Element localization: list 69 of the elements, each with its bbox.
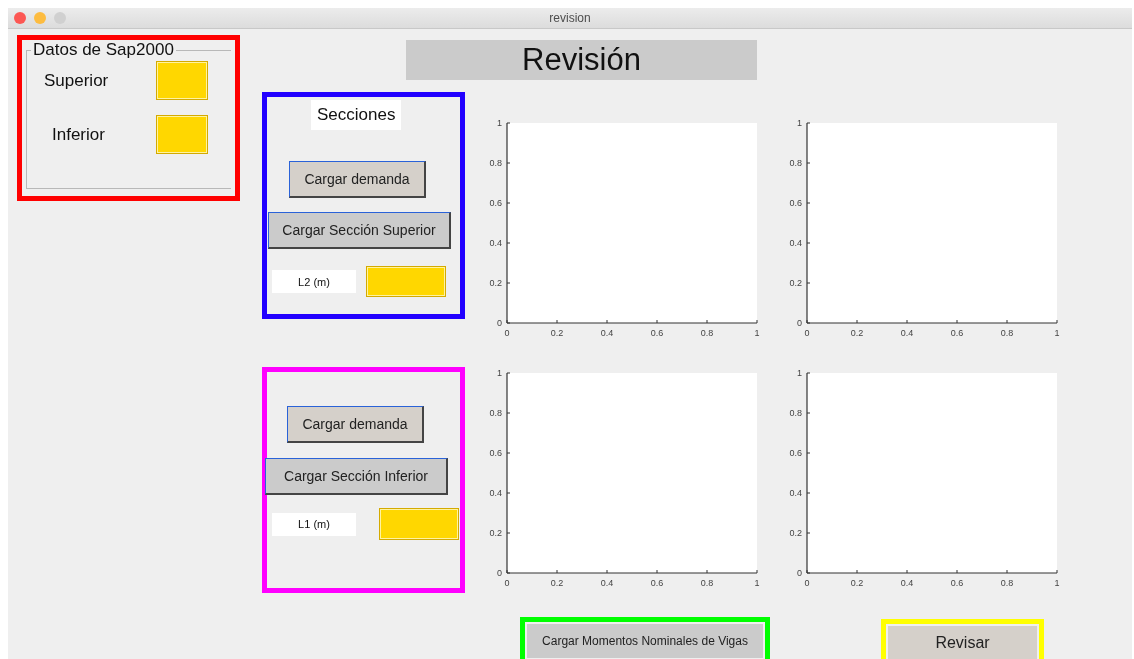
field-label: L2 (m): [272, 270, 356, 293]
tick-label: 1: [797, 118, 802, 128]
minimize-button[interactable]: [34, 12, 46, 24]
tick-label: 0: [504, 578, 510, 588]
tick-label: 0.4: [789, 488, 802, 498]
tick-label: 0.2: [489, 528, 502, 538]
group-title: Datos de Sap2000: [32, 40, 175, 60]
tick-label: 0.6: [789, 198, 802, 208]
tick-label: 0.8: [789, 408, 802, 418]
tick-label: 0.4: [489, 238, 502, 248]
load-button[interactable]: Cargar Sección Superior: [268, 212, 451, 249]
input-field[interactable]: [156, 61, 208, 100]
load-button[interactable]: Cargar demanda: [287, 406, 424, 443]
tick-label: 0: [804, 328, 810, 338]
tick-label: 0.2: [789, 528, 802, 538]
tick-label: 0.8: [700, 578, 714, 588]
tick-label: 0.6: [950, 328, 964, 338]
tick-label: 1: [1054, 578, 1060, 588]
tick-label: 1: [1054, 328, 1060, 338]
tick-label: 0.8: [1000, 578, 1014, 588]
tick-label: 0.2: [550, 578, 564, 588]
tick-label: 0.6: [950, 578, 964, 588]
tick-label: 0.2: [850, 578, 864, 588]
load-button[interactable]: Cargar demanda: [289, 161, 426, 198]
tick-label: 0: [804, 578, 810, 588]
tick-label: 0: [504, 328, 510, 338]
input-field[interactable]: [379, 508, 459, 540]
page-title: Revisión: [406, 40, 757, 80]
tick-label: 0.2: [489, 278, 502, 288]
window-title: revision: [549, 11, 591, 25]
field-label: Inferior: [51, 124, 106, 145]
action-button[interactable]: Cargar Momentos Nominales de Vigas: [527, 624, 763, 658]
input-field[interactable]: [156, 115, 208, 154]
tick-label: 1: [754, 328, 760, 338]
tick-label: 0.6: [650, 328, 664, 338]
section-title: Secciones: [311, 100, 402, 130]
tick-label: 1: [497, 368, 502, 378]
tick-label: 0.8: [789, 158, 802, 168]
tick-label: 0: [497, 318, 502, 328]
tick-label: 0.8: [489, 408, 502, 418]
action-button[interactable]: Revisar: [888, 626, 1037, 659]
tick-label: 0.6: [789, 448, 802, 458]
tick-label: 0: [797, 568, 802, 578]
tick-label: 0.8: [489, 158, 502, 168]
zoom-button[interactable]: [54, 12, 66, 24]
field-label: L1 (m): [272, 512, 356, 536]
tick-label: 0.4: [900, 578, 914, 588]
input-field[interactable]: [366, 266, 446, 297]
load-button[interactable]: Cargar Sección Inferior: [265, 458, 448, 495]
tick-label: 0.4: [600, 328, 614, 338]
tick-label: 0.4: [900, 328, 914, 338]
tick-label: 0: [797, 318, 802, 328]
tick-label: 0.2: [550, 328, 564, 338]
tick-label: 0.8: [1000, 328, 1014, 338]
field-label: Superior: [43, 70, 110, 91]
tick-label: 1: [497, 118, 502, 128]
tick-label: 0.4: [489, 488, 502, 498]
tick-label: 0.6: [650, 578, 664, 588]
tick-label: 1: [797, 368, 802, 378]
tick-label: 0.6: [489, 448, 502, 458]
tick-label: 0.4: [789, 238, 802, 248]
tick-label: 0: [497, 568, 502, 578]
tick-label: 1: [754, 578, 760, 588]
tick-label: 0.2: [850, 328, 864, 338]
tick-label: 0.8: [700, 328, 714, 338]
tick-label: 0.6: [489, 198, 502, 208]
tick-label: 0.2: [789, 278, 802, 288]
close-button[interactable]: [14, 12, 26, 24]
tick-label: 0.4: [600, 578, 614, 588]
